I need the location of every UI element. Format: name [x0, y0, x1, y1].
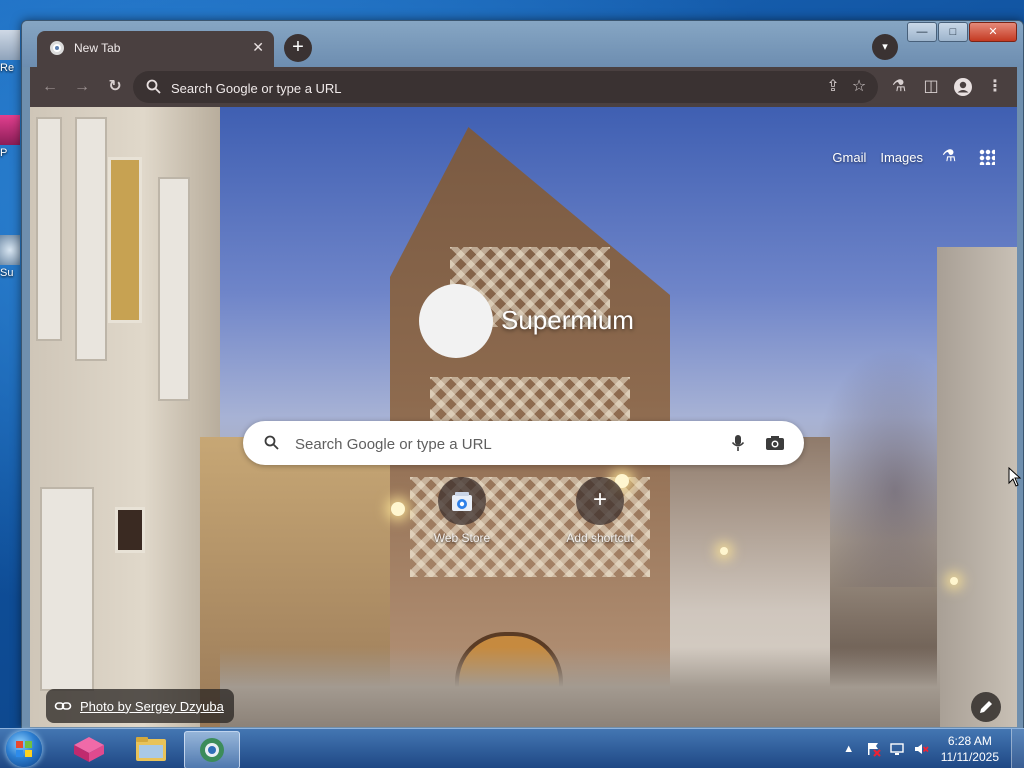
share-icon[interactable]: ⇪ [823, 77, 843, 97]
desktop-icon-label: Su [0, 267, 14, 279]
start-button[interactable] [6, 731, 42, 767]
plus-icon: + [592, 486, 607, 513]
shortcut-tile: + [576, 477, 624, 525]
network-icon[interactable] [889, 741, 905, 757]
gmail-link[interactable]: Gmail [832, 150, 866, 165]
street-lamp [950, 577, 958, 585]
window-controls: — □ ✕ [907, 22, 1017, 42]
app-icon [0, 115, 20, 145]
background-building-right [937, 247, 1017, 727]
system-tray: ▲ 6:28 AM 11/11/2025 [837, 729, 1024, 768]
reload-icon[interactable]: ↻ [105, 77, 125, 97]
toolbar: ← → ↻ ⇪ ☆ ⚗ ◫ ⋮ [30, 67, 1017, 107]
tab-new-tab[interactable]: New Tab ✕ [37, 31, 274, 67]
clock-time: 6:28 AM [947, 734, 992, 748]
shortcut-label: Web Store [433, 531, 491, 545]
street-lamp [391, 502, 405, 516]
labs-flask-icon[interactable]: ⚗ [889, 77, 909, 97]
shortcut-tile [438, 477, 486, 525]
logo-text: Supermium [501, 305, 634, 335]
chrome-favicon-icon [50, 41, 64, 55]
omnibox[interactable]: ⇪ ☆ [133, 71, 878, 105]
ntp-header-links: Gmail Images ⚗ [832, 145, 999, 169]
show-desktop-button[interactable] [1011, 729, 1024, 768]
desktop-icon-recycle-bin[interactable]: Re [0, 30, 22, 74]
title-bar[interactable]: New Tab ✕ + ▾ — □ ✕ [22, 21, 1023, 67]
customize-button[interactable] [971, 692, 1001, 722]
apps-grid-button[interactable] [975, 145, 999, 169]
photo-credit-link[interactable]: Photo by Sergey Dzyuba [46, 689, 234, 723]
action-center-flag-icon[interactable] [865, 741, 881, 757]
background-building-left [30, 107, 220, 727]
new-tab-page: Gmail Images ⚗ Supermium Search Google o… [30, 107, 1017, 727]
labs-flask-icon[interactable]: ⚗ [937, 145, 961, 169]
shortcut-add[interactable]: + Add shortcut [544, 477, 656, 545]
images-link[interactable]: Images [880, 150, 923, 165]
back-icon[interactable]: ← [40, 77, 60, 97]
desktop-icon-label: Re [0, 62, 15, 74]
apps-grid-icon [979, 149, 995, 165]
volume-muted-icon[interactable] [913, 741, 929, 757]
recycle-bin-icon [0, 30, 20, 60]
link-icon [54, 702, 72, 710]
ntp-search-input[interactable] [293, 421, 717, 467]
desktop-icon-app[interactable]: P [0, 115, 22, 159]
profile-avatar-icon[interactable] [953, 77, 973, 97]
taskbar-explorer-button[interactable] [124, 731, 178, 767]
taskbar-app-button[interactable] [62, 731, 116, 767]
clock-date: 11/11/2025 [940, 750, 999, 764]
camera-lens-icon[interactable] [764, 433, 786, 453]
street-lamp [720, 547, 728, 555]
tab-search-button[interactable]: ▾ [872, 34, 898, 60]
photo-credit-text[interactable]: Photo by Sergey Dzyuba [80, 699, 224, 714]
mouse-cursor-icon [1008, 467, 1022, 487]
close-window-button[interactable]: ✕ [969, 22, 1017, 42]
ntp-search-box[interactable] [243, 421, 804, 467]
search-icon [264, 435, 279, 450]
minimize-button[interactable]: — [907, 22, 937, 42]
new-tab-button[interactable]: + [284, 34, 312, 62]
tab-title: New Tab [74, 41, 121, 55]
shortcut-label: Add shortcut [566, 531, 634, 545]
taskbar: ▲ 6:28 AM 11/11/2025 [0, 728, 1024, 768]
pencil-icon [980, 701, 992, 713]
windows-logo-icon [16, 741, 32, 757]
logo-circle [419, 284, 493, 358]
show-hidden-icons-arrow-icon[interactable]: ▲ [841, 741, 857, 757]
browser-window: New Tab ✕ + ▾ — □ ✕ ← → ↻ ⇪ ☆ ⚗ ◫ [21, 20, 1024, 729]
search-icon [146, 79, 161, 94]
forward-icon[interactable]: → [72, 77, 92, 97]
web-store-icon [452, 492, 472, 511]
shortcut-web-store[interactable]: Web Store [406, 477, 518, 545]
supermium-globe-icon [200, 738, 224, 762]
app-cube-icon [74, 737, 104, 762]
desktop-icon-label: P [0, 147, 8, 159]
maximize-button[interactable]: □ [938, 22, 968, 42]
supermium-icon [0, 235, 20, 265]
clock[interactable]: 6:28 AM 11/11/2025 [941, 733, 999, 765]
folder-icon [136, 737, 166, 761]
microphone-icon[interactable] [728, 433, 748, 453]
side-panel-icon[interactable]: ◫ [921, 77, 941, 97]
kebab-menu-icon[interactable]: ⋮ [985, 77, 1005, 97]
omnibox-input[interactable] [169, 71, 813, 105]
bookmark-star-icon[interactable]: ☆ [849, 77, 869, 97]
desktop-icon-supermium[interactable]: Su [0, 235, 22, 279]
background-street [220, 647, 940, 727]
tab-close-icon[interactable]: ✕ [252, 39, 264, 56]
taskbar-supermium-button[interactable] [184, 731, 240, 768]
